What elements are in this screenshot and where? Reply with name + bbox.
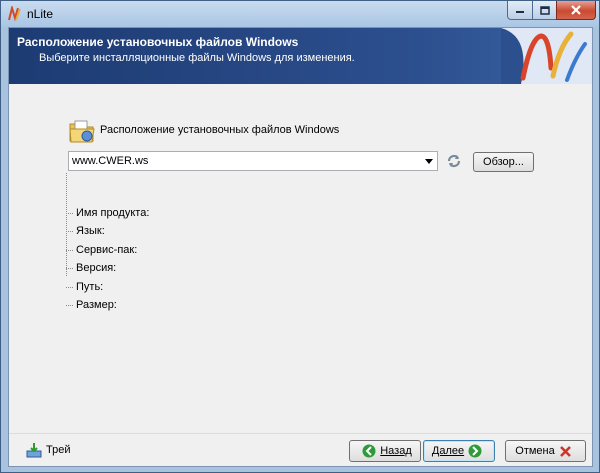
tray-label: Трей [46,444,71,456]
dropdown-arrow[interactable] [421,152,437,170]
back-button[interactable]: Назад [349,440,421,462]
product-info-tree: Имя продукта: Язык: Сервис-пак: Версия: … [66,173,366,311]
maximize-icon [539,5,550,15]
tray-button[interactable]: Трей [26,441,70,459]
service-pack-label: Сервис-пак: [76,244,138,256]
section-label: Расположение установочных файлов Windows [100,124,340,136]
version-label: Версия: [76,262,117,274]
maximize-button[interactable] [532,1,557,20]
product-name-label: Имя продукта: [76,207,150,219]
back-arrow-icon [362,444,376,458]
window-title: nLite [27,7,54,21]
info-item: Имя продукта: [66,206,149,220]
next-button[interactable]: Далее [423,440,495,462]
footer-divider [9,433,592,434]
info-item: Версия: [66,261,116,275]
dialog-client-area: Расположение установочных файлов Windows… [8,27,593,467]
header-banner: Расположение установочных файлов Windows… [9,28,592,84]
minimize-icon [516,11,524,13]
minimize-button[interactable] [507,1,533,20]
info-item: Путь: [66,280,103,294]
browse-button[interactable]: Обзор... [473,152,534,172]
footer-bar: Трей Назад Далее Отмена [9,433,592,466]
banner-subtitle: Выберите инсталляционные файлы Windows д… [39,52,355,64]
folder-icon [69,120,95,143]
close-button[interactable] [556,1,596,20]
nlite-app-icon [8,6,21,22]
banner-title: Расположение установочных файлов Windows [17,35,299,49]
source-path-combobox[interactable]: www.CWER.ws [68,151,438,171]
language-label: Язык: [76,225,105,237]
cancel-button[interactable]: Отмена [505,440,586,462]
cancel-label: Отмена [515,445,555,457]
dropdown-arrow-icon [425,158,433,164]
tray-icon [26,443,42,458]
back-label: Назад [380,445,412,457]
source-path-value: www.CWER.ws [72,155,149,167]
next-arrow-icon [468,444,482,458]
refresh-icon[interactable] [446,153,462,169]
info-item: Сервис-пак: [66,243,137,257]
close-icon [571,5,581,15]
info-item: Размер: [66,298,117,312]
next-label: Далее [431,445,465,457]
nlite-logo [501,28,592,84]
size-label: Размер: [76,299,117,311]
path-label: Путь: [76,281,104,293]
cancel-x-icon [559,445,572,458]
title-bar[interactable]: nLite [1,1,599,27]
nlite-window: nLite Расположение установочных файлов W… [0,0,600,473]
content-panel: Расположение установочных файлов Windows… [9,84,592,433]
info-item: Язык: [66,224,105,238]
